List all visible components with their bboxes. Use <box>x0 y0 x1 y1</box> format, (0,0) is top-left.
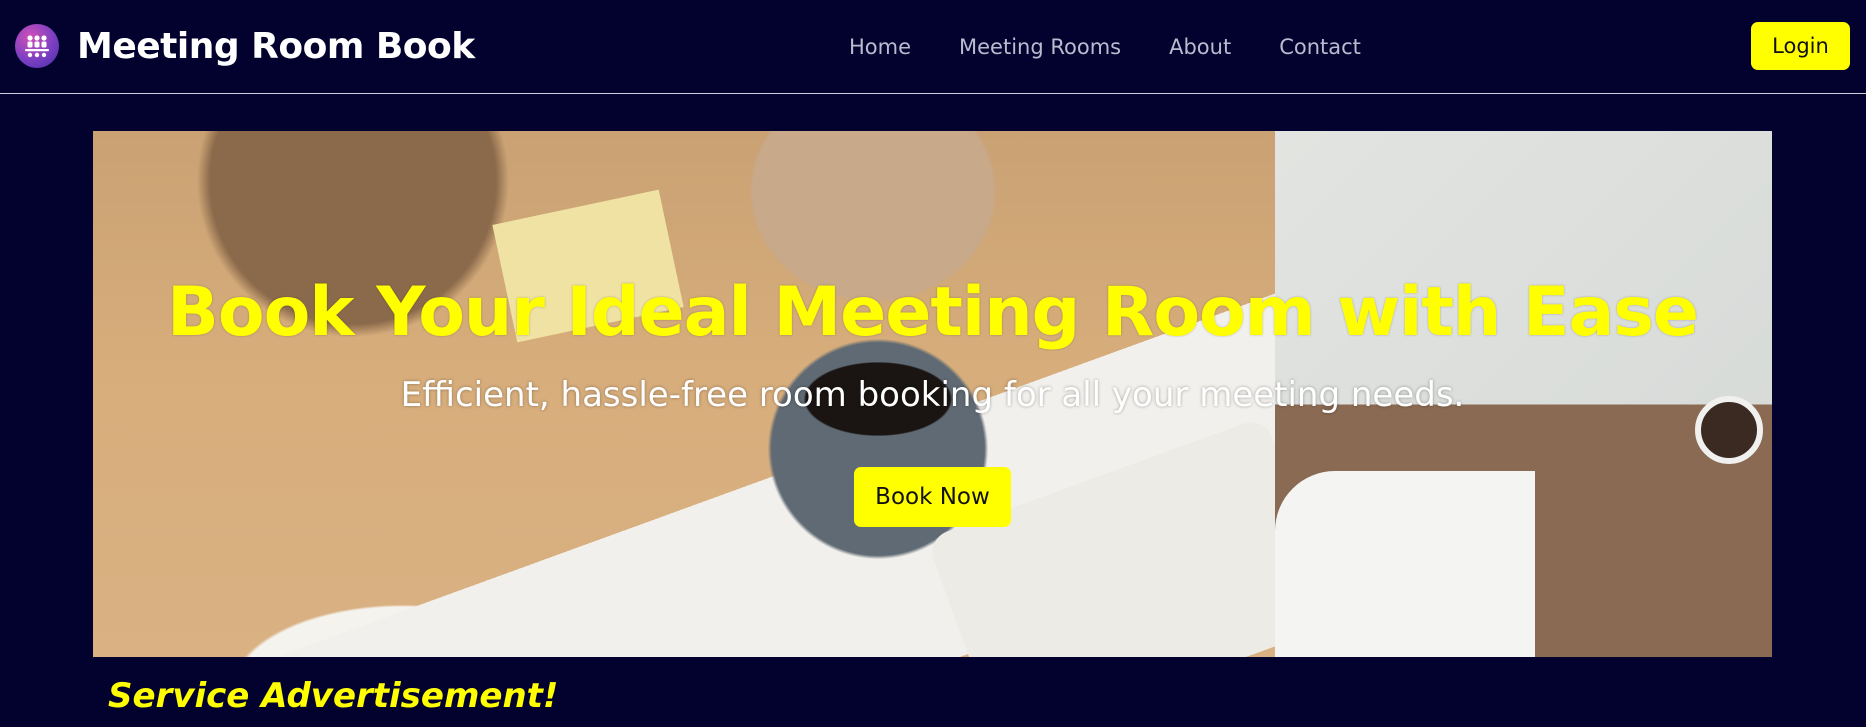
hero-title: Book Your Ideal Meeting Room with Ease <box>167 273 1699 352</box>
service-advertisement-heading: Service Advertisement! <box>108 676 559 716</box>
hero-subtitle: Efficient, hassle-free room booking for … <box>400 375 1465 415</box>
hero-banner: Book Your Ideal Meeting Room with Ease E… <box>93 131 1772 657</box>
nav-link-contact[interactable]: Contact <box>1279 35 1361 59</box>
brand-title: Meeting Room Book <box>77 25 475 67</box>
main-nav: Home Meeting Rooms About Contact <box>849 30 1361 64</box>
nav-link-about[interactable]: About <box>1169 35 1231 59</box>
navbar: Meeting Room Book Home Meeting Rooms Abo… <box>0 0 1866 94</box>
nav-link-home[interactable]: Home <box>849 35 911 59</box>
login-button[interactable]: Login <box>1751 22 1850 70</box>
meeting-people-icon <box>15 24 59 68</box>
nav-link-meeting-rooms[interactable]: Meeting Rooms <box>959 35 1121 59</box>
brand[interactable]: Meeting Room Book <box>15 23 475 69</box>
book-now-button[interactable]: Book Now <box>854 467 1011 527</box>
